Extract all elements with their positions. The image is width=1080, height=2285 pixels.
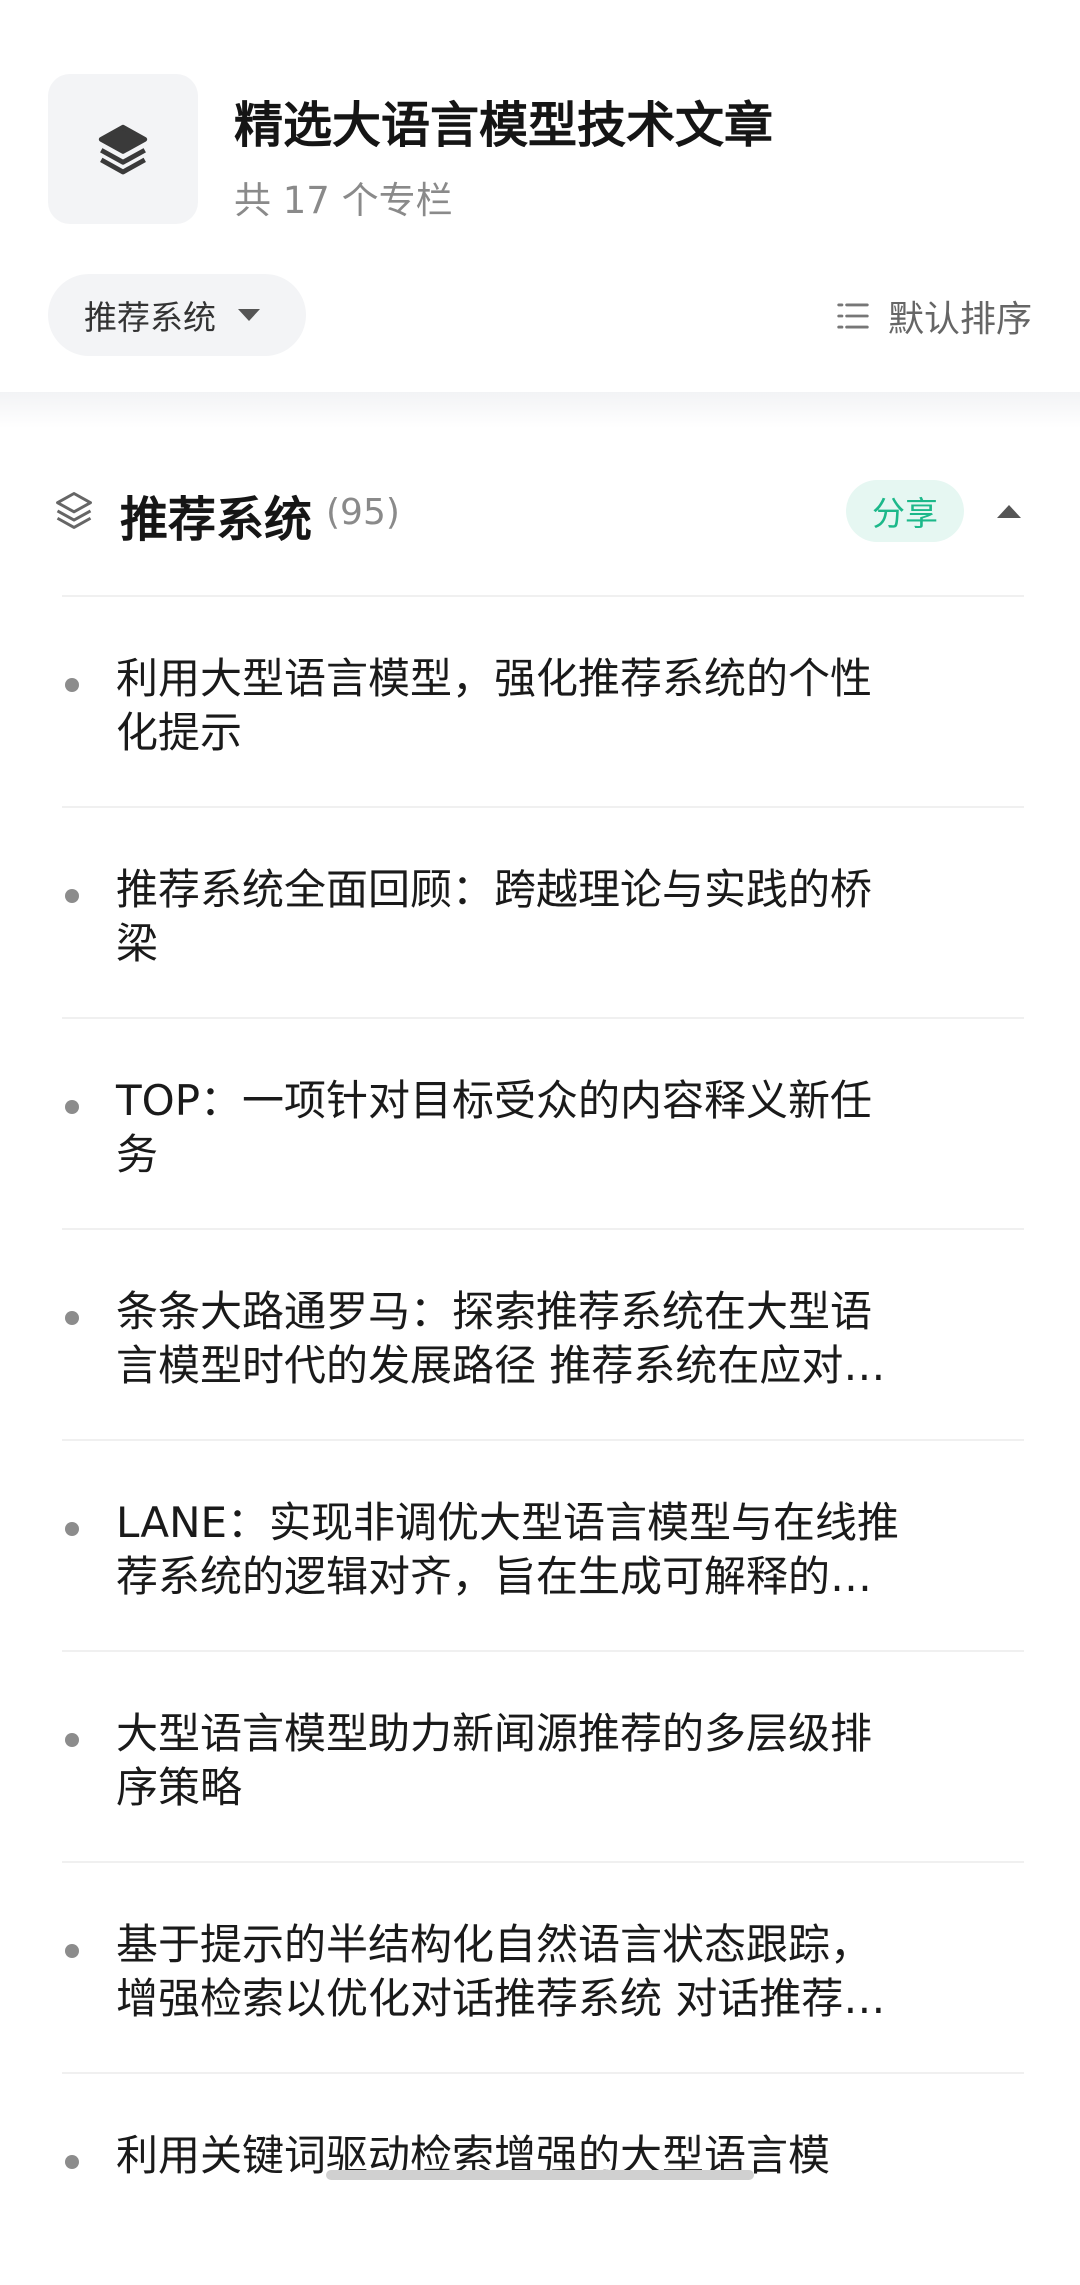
list-item[interactable]: 利用大型语言模型，强化推荐系统的个性 化提示 [62, 597, 1024, 808]
article-list: 利用大型语言模型，强化推荐系统的个性 化提示 推荐系统全面回顾：跨越理论与实践的… [62, 595, 1024, 2285]
home-indicator[interactable] [326, 2170, 754, 2180]
collection-count: 共 17 个专栏 [234, 179, 453, 222]
list-item[interactable]: 条条大路通罗马：探索推荐系统在大型语 言模型时代的发展路径 推荐系统在应对… [62, 1230, 1024, 1441]
sort-label: 默认排序 [887, 299, 1032, 340]
list-icon [837, 303, 869, 329]
bullet-dot [65, 889, 79, 903]
bullet-dot [65, 1100, 79, 1114]
bullet-dot [65, 678, 79, 692]
article-title: LANE：实现非调优大型语言模型与在线推 荐系统的逻辑对齐，旨在生成可解释的… [116, 1498, 900, 1601]
article-title: 利用大型语言模型，强化推荐系统的个性 化提示 [116, 654, 873, 757]
article-title: 推荐系统全面回顾：跨越理论与实践的桥 梁 [116, 865, 873, 968]
layers-outline-icon [56, 492, 92, 529]
bullet-dot [65, 1733, 79, 1747]
article-title: 基于提示的半结构化自然语言状态跟踪， 增强检索以优化对话推荐系统 对话推荐… [116, 1920, 886, 2023]
section-header: 推荐系统 (95) 分享 [0, 470, 1080, 554]
list-item[interactable]: 大型语言模型助力新闻源推荐的多层级排 序策略 [62, 1652, 1024, 1863]
bullet-dot [65, 1311, 79, 1325]
bullet-dot [65, 2155, 79, 2169]
collection-header: 精选大语言模型技术文章 共 17 个专栏 推荐系统 默认排序 [0, 0, 1080, 392]
layers-icon [98, 124, 148, 175]
caret-down-icon [238, 309, 260, 321]
section-title: 推荐系统 [120, 492, 313, 548]
list-item[interactable]: LANE：实现非调优大型语言模型与在线推 荐系统的逻辑对齐，旨在生成可解释的… [62, 1441, 1024, 1652]
list-item[interactable]: TOP：一项针对目标受众的内容释义新任 务 [62, 1019, 1024, 1230]
collection-title: 精选大语言模型技术文章 [234, 97, 774, 154]
sort-button[interactable]: 默认排序 [834, 284, 1032, 348]
caret-up-icon [997, 504, 1021, 518]
collapse-button[interactable] [992, 494, 1026, 528]
section-count: (95) [326, 492, 400, 533]
share-button[interactable]: 分享 [846, 480, 964, 542]
article-title: TOP：一项针对目标受众的内容释义新任 务 [116, 1076, 873, 1179]
category-filter-dropdown[interactable]: 推荐系统 [48, 274, 306, 356]
list-item[interactable]: 基于提示的半结构化自然语言状态跟踪， 增强检索以优化对话推荐系统 对话推荐… [62, 1863, 1024, 2074]
article-title: 大型语言模型助力新闻源推荐的多层级排 序策略 [116, 1709, 873, 1812]
bullet-dot [65, 1522, 79, 1536]
article-title: 条条大路通罗马：探索推荐系统在大型语 言模型时代的发展路径 推荐系统在应对… [116, 1287, 886, 1390]
bullet-dot [65, 1944, 79, 1958]
collection-cover [48, 74, 198, 224]
list-item[interactable]: 推荐系统全面回顾：跨越理论与实践的桥 梁 [62, 808, 1024, 1019]
header-divider [0, 392, 1080, 428]
category-filter-label: 推荐系统 [84, 298, 216, 337]
